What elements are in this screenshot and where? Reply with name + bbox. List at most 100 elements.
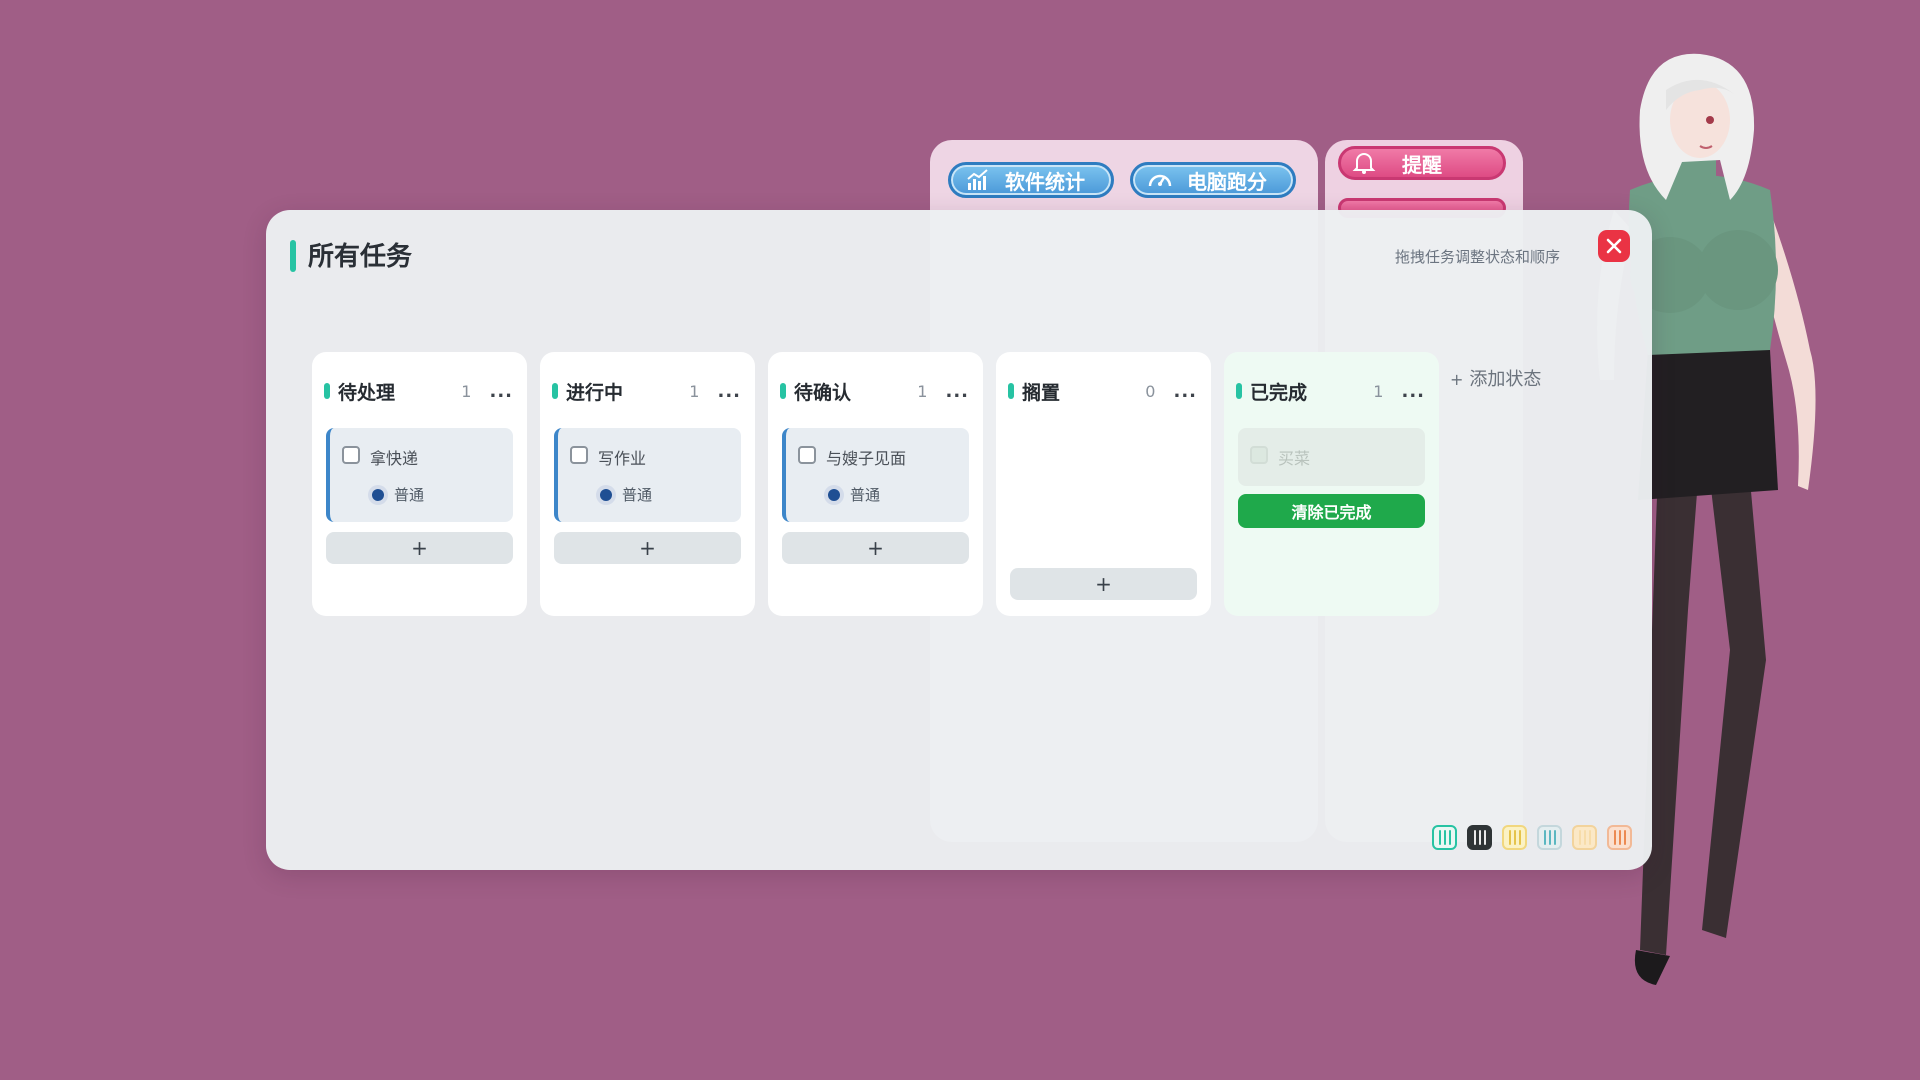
reminder-button[interactable]: 提醒	[1338, 146, 1506, 180]
theme-stripe	[1583, 830, 1586, 845]
priority-label: 普通	[394, 486, 425, 504]
reminder-label: 提醒	[1402, 152, 1442, 177]
task-checkbox[interactable]	[570, 446, 588, 464]
task-title: 拿快递	[370, 449, 419, 468]
theme-stripe	[1478, 830, 1481, 845]
add-status-button[interactable]: + 添加状态	[1450, 365, 1541, 391]
theme-stripe	[1588, 830, 1591, 845]
column-count: 1	[461, 381, 472, 401]
pc-benchmark-label: 电脑跑分	[1187, 169, 1267, 194]
theme-stripe	[1553, 830, 1556, 845]
speedometer-icon	[1148, 174, 1172, 187]
theme-stripe	[1483, 830, 1486, 845]
pc-benchmark-button[interactable]: 电脑跑分	[1130, 162, 1296, 198]
column-pending[interactable]: 待处理 1 ... 拿快递 普通 +	[312, 352, 527, 616]
task-checkbox[interactable]	[1250, 446, 1268, 464]
all-tasks-dialog: 所有任务 拖拽任务调整状态和顺序 待处理 1 ... 拿快递 普通 + 进行中 …	[266, 210, 1652, 870]
theme-switcher	[1432, 825, 1632, 850]
theme-stripe	[1443, 830, 1446, 845]
column-accent-bar	[1236, 383, 1242, 399]
column-count: 1	[1373, 381, 1384, 401]
column-count: 1	[689, 381, 700, 401]
column-header: 搁置 0 ...	[1008, 378, 1197, 404]
completed-task-card[interactable]: 买菜	[1238, 428, 1425, 486]
column-name: 已完成	[1250, 381, 1308, 404]
column-header: 待确认 1 ...	[780, 378, 969, 404]
column-accent-bar	[552, 383, 558, 399]
theme-swatch-yellow[interactable]	[1502, 825, 1527, 850]
theme-stripe	[1513, 830, 1516, 845]
theme-swatch-cream[interactable]	[1572, 825, 1597, 850]
column-in-progress[interactable]: 进行中 1 ... 写作业 普通 +	[540, 352, 755, 616]
column-header: 进行中 1 ...	[552, 378, 741, 404]
column-accent-bar	[1008, 383, 1014, 399]
priority-label: 普通	[850, 486, 881, 504]
column-accent-bar	[780, 383, 786, 399]
theme-stripe	[1618, 830, 1621, 845]
task-priority: 普通	[600, 484, 652, 505]
column-more-button[interactable]: ...	[489, 381, 513, 402]
priority-dot-icon	[372, 488, 384, 501]
dialog-title: 所有任务	[308, 242, 413, 272]
column-name: 待确认	[794, 381, 852, 404]
kanban-columns: 待处理 1 ... 拿快递 普通 + 进行中 1 ... 写作业 普通 + 待确…	[312, 352, 1439, 616]
title-accent-bar	[290, 240, 296, 272]
priority-dot-icon	[828, 488, 840, 501]
column-header: 待处理 1 ...	[324, 378, 513, 404]
task-checkbox[interactable]	[342, 446, 360, 464]
task-title: 买菜	[1278, 449, 1311, 468]
column-more-button[interactable]: ...	[1401, 381, 1425, 402]
column-accent-bar	[324, 383, 330, 399]
add-task-button[interactable]: +	[1010, 568, 1197, 600]
task-title: 与嫂子见面	[826, 449, 907, 468]
theme-stripe	[1543, 830, 1546, 845]
software-stats-label: 软件统计	[1005, 169, 1085, 194]
add-task-button[interactable]: +	[782, 532, 969, 564]
column-more-button[interactable]: ...	[945, 381, 969, 402]
add-task-button[interactable]: +	[554, 532, 741, 564]
theme-stripe	[1473, 830, 1476, 845]
column-more-button[interactable]: ...	[1173, 381, 1197, 402]
theme-stripe	[1578, 830, 1581, 845]
add-status-label: 添加状态	[1469, 369, 1542, 390]
task-title: 写作业	[598, 449, 647, 468]
column-on-hold[interactable]: 搁置 0 ... +	[996, 352, 1211, 616]
bell-icon	[1352, 153, 1376, 174]
add-task-button[interactable]: +	[326, 532, 513, 564]
theme-swatch-teal-white[interactable]	[1432, 825, 1457, 850]
theme-stripe	[1438, 830, 1441, 845]
column-more-button[interactable]: ...	[717, 381, 741, 402]
column-count: 1	[917, 381, 928, 401]
theme-swatch-dark[interactable]	[1467, 825, 1492, 850]
software-stats-button[interactable]: 软件统计	[948, 162, 1114, 198]
theme-stripe	[1613, 830, 1616, 845]
plus-icon: +	[1450, 370, 1464, 389]
column-name: 进行中	[566, 381, 624, 404]
drag-hint: 拖拽任务调整状态和顺序	[1394, 248, 1560, 266]
close-button[interactable]	[1598, 230, 1630, 262]
priority-label: 普通	[622, 486, 653, 504]
theme-stripe	[1518, 830, 1521, 845]
theme-swatch-orange[interactable]	[1607, 825, 1632, 850]
column-count: 0	[1145, 381, 1156, 401]
theme-stripe	[1508, 830, 1511, 845]
theme-stripe	[1548, 830, 1551, 845]
theme-stripe	[1623, 830, 1626, 845]
task-card[interactable]: 写作业 普通	[554, 428, 741, 522]
task-card[interactable]: 与嫂子见面 普通	[782, 428, 969, 522]
task-checkbox[interactable]	[798, 446, 816, 464]
column-to-confirm[interactable]: 待确认 1 ... 与嫂子见面 普通 +	[768, 352, 983, 616]
column-completed[interactable]: 已完成 1 ... 买菜 清除已完成	[1224, 352, 1439, 616]
priority-dot-icon	[600, 488, 612, 501]
column-name: 待处理	[338, 381, 396, 404]
clear-completed-button[interactable]: 清除已完成	[1238, 494, 1425, 528]
column-header: 已完成 1 ...	[1236, 378, 1425, 404]
theme-swatch-teal-stripe[interactable]	[1537, 825, 1562, 850]
close-icon	[1606, 238, 1622, 254]
column-name: 搁置	[1022, 381, 1061, 404]
task-priority: 普通	[372, 484, 424, 505]
task-card[interactable]: 拿快递 普通	[326, 428, 513, 522]
theme-stripe	[1448, 830, 1451, 845]
task-priority: 普通	[828, 484, 880, 505]
chart-icon	[967, 169, 988, 190]
